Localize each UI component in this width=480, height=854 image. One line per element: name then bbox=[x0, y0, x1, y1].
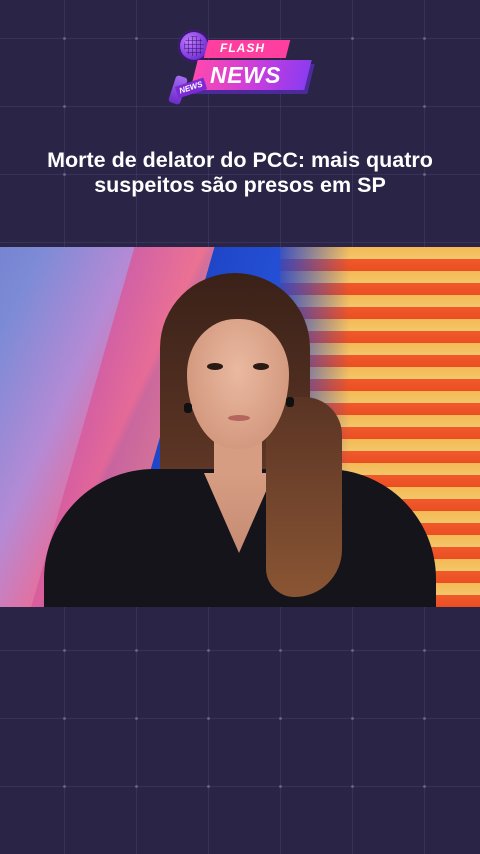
flash-label: FLASH bbox=[220, 41, 265, 55]
flash-news-logo: FLASH NEWS NEWS bbox=[167, 26, 314, 106]
presenter-right-earring bbox=[286, 397, 294, 407]
presenter-hair-side bbox=[266, 397, 342, 597]
presenter-left-eye bbox=[207, 363, 223, 370]
news-video-frame[interactable] bbox=[0, 247, 480, 607]
news-presenter bbox=[0, 247, 480, 607]
presenter-mouth bbox=[228, 415, 250, 421]
presenter-left-earring bbox=[184, 403, 192, 413]
news-label: NEWS bbox=[210, 62, 281, 88]
presenter-right-eye bbox=[253, 363, 269, 370]
headline: Morte de delator do PCC: mais quatro sus… bbox=[47, 148, 433, 197]
